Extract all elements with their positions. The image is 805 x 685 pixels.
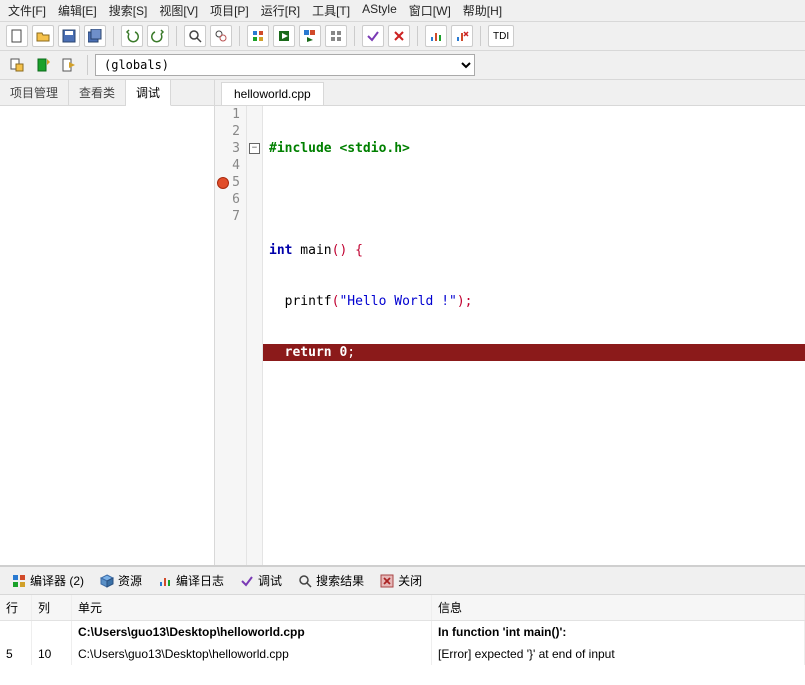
- btab-debug-label: 调试: [258, 572, 282, 589]
- col-line[interactable]: 行: [0, 595, 32, 620]
- line-gutter: 1 2 3 4 5 6 7: [215, 106, 247, 565]
- btab-close-label: 关闭: [398, 572, 422, 589]
- menu-window[interactable]: 窗口[W]: [409, 2, 451, 19]
- code-line-1: #include <stdio.h>: [269, 141, 410, 156]
- check-icon: [240, 574, 254, 588]
- menu-edit[interactable]: 编辑[E]: [58, 2, 97, 19]
- menu-tools[interactable]: 工具[T]: [312, 2, 350, 19]
- menu-astyle[interactable]: AStyle: [362, 2, 397, 19]
- menu-search[interactable]: 搜索[S]: [109, 2, 148, 19]
- bars-icon: [158, 574, 172, 588]
- tab-classes[interactable]: 查看类: [69, 80, 126, 105]
- menu-view[interactable]: 视图[V]: [159, 2, 198, 19]
- debug-stop-button[interactable]: [388, 25, 410, 47]
- cell-info: [Error] expected '}' at end of input: [432, 643, 805, 665]
- insert-button[interactable]: [6, 54, 28, 76]
- menu-help[interactable]: 帮助[H]: [463, 2, 502, 19]
- col-info[interactable]: 信息: [432, 595, 805, 620]
- cell-line: [0, 621, 32, 643]
- btab-search-results[interactable]: 搜索结果: [294, 570, 368, 591]
- btab-resources-label: 资源: [118, 572, 142, 589]
- debug-check-button[interactable]: [362, 25, 384, 47]
- btab-debug[interactable]: 调试: [236, 570, 286, 591]
- btab-search-results-label: 搜索结果: [316, 572, 364, 589]
- btab-close[interactable]: 关闭: [376, 570, 426, 591]
- btab-resources[interactable]: 资源: [96, 570, 146, 591]
- btab-compiler-label: 编译器 (2): [30, 572, 84, 589]
- col-unit[interactable]: 单元: [72, 595, 432, 620]
- redo-button[interactable]: [147, 25, 169, 47]
- cell-unit: C:\Users\guo13\Desktop\helloworld.cpp: [72, 621, 432, 643]
- menu-file[interactable]: 文件[F]: [8, 2, 46, 19]
- fold-column: −: [247, 106, 263, 565]
- tab-debug[interactable]: 调试: [126, 80, 171, 106]
- menu-run[interactable]: 运行[R]: [261, 2, 300, 19]
- cell-unit: C:\Users\guo13\Desktop\helloworld.cpp: [72, 643, 432, 665]
- left-panel-tabs: 项目管理 查看类 调试: [0, 80, 214, 106]
- run-button[interactable]: [273, 25, 295, 47]
- cube-icon: [100, 574, 114, 588]
- close-icon: [380, 574, 394, 588]
- find-button[interactable]: [184, 25, 206, 47]
- code-line-6: [263, 395, 805, 412]
- toolbar-main: TDI: [0, 22, 805, 51]
- scope-select[interactable]: (globals): [95, 54, 475, 76]
- file-tabs: helloworld.cpp: [215, 80, 805, 106]
- btab-compiler[interactable]: 编译器 (2): [8, 570, 88, 591]
- delete-profile-button[interactable]: [451, 25, 473, 47]
- toolbar-scope: (globals): [0, 51, 805, 80]
- bottom-tabs: 编译器 (2) 资源 编译日志 调试 搜索结果 关闭: [0, 567, 805, 595]
- code-line-4: printf("Hello World !");: [263, 293, 805, 310]
- cell-line: 5: [0, 643, 32, 665]
- btab-compile-log-label: 编译日志: [176, 572, 224, 589]
- code-line-5-active: return 0;: [263, 344, 805, 361]
- tab-project[interactable]: 项目管理: [0, 80, 69, 105]
- messages-table: 行 列 单元 信息 C:\Users\guo13\Desktop\hellowo…: [0, 595, 805, 685]
- profile-button[interactable]: [425, 25, 447, 47]
- menu-project[interactable]: 项目[P]: [210, 2, 249, 19]
- error-marker-line-5[interactable]: 5: [215, 174, 240, 191]
- col-col[interactable]: 列: [32, 595, 72, 620]
- code-line-2: [263, 191, 805, 208]
- message-row[interactable]: 5 10 C:\Users\guo13\Desktop\helloworld.c…: [0, 643, 805, 665]
- tdm-button[interactable]: TDI: [488, 25, 514, 47]
- left-panel-body: [0, 106, 214, 565]
- bottom-panel: 编译器 (2) 资源 编译日志 调试 搜索结果 关闭 行 列 单元 信息: [0, 565, 805, 685]
- open-file-button[interactable]: [32, 25, 54, 47]
- undo-button[interactable]: [121, 25, 143, 47]
- code-editor[interactable]: 1 2 3 4 5 6 7 − #include <stdio.h> i: [215, 106, 805, 565]
- code-line-7: [263, 446, 805, 463]
- bookmark-button[interactable]: [32, 54, 54, 76]
- fold-toggle-line-3[interactable]: −: [249, 143, 260, 154]
- left-panel: 项目管理 查看类 调试: [0, 80, 215, 565]
- search-icon: [298, 574, 312, 588]
- save-all-button[interactable]: [84, 25, 106, 47]
- messages-header: 行 列 单元 信息: [0, 595, 805, 621]
- goto-button[interactable]: [58, 54, 80, 76]
- cell-col: [32, 621, 72, 643]
- code-text[interactable]: #include <stdio.h> int main() { printf("…: [263, 106, 805, 565]
- replace-button[interactable]: [210, 25, 232, 47]
- compile-run-button[interactable]: [299, 25, 321, 47]
- new-file-button[interactable]: [6, 25, 28, 47]
- menu-bar: 文件[F] 编辑[E] 搜索[S] 视图[V] 项目[P] 运行[R] 工具[T…: [0, 0, 805, 22]
- code-line-3: int main() {: [263, 242, 805, 259]
- btab-compile-log[interactable]: 编译日志: [154, 570, 228, 591]
- cell-info: In function 'int main()':: [432, 621, 805, 643]
- file-tab-helloworld[interactable]: helloworld.cpp: [221, 82, 324, 105]
- cell-col: 10: [32, 643, 72, 665]
- grid-icon: [12, 574, 26, 588]
- rebuild-button[interactable]: [325, 25, 347, 47]
- editor-area: helloworld.cpp 1 2 3 4 5 6 7 −: [215, 80, 805, 565]
- scope-dropdown[interactable]: (globals): [95, 54, 475, 76]
- compile-button[interactable]: [247, 25, 269, 47]
- workspace: 项目管理 查看类 调试 helloworld.cpp 1 2 3 4 5 6 7…: [0, 80, 805, 565]
- message-row[interactable]: C:\Users\guo13\Desktop\helloworld.cpp In…: [0, 621, 805, 643]
- save-button[interactable]: [58, 25, 80, 47]
